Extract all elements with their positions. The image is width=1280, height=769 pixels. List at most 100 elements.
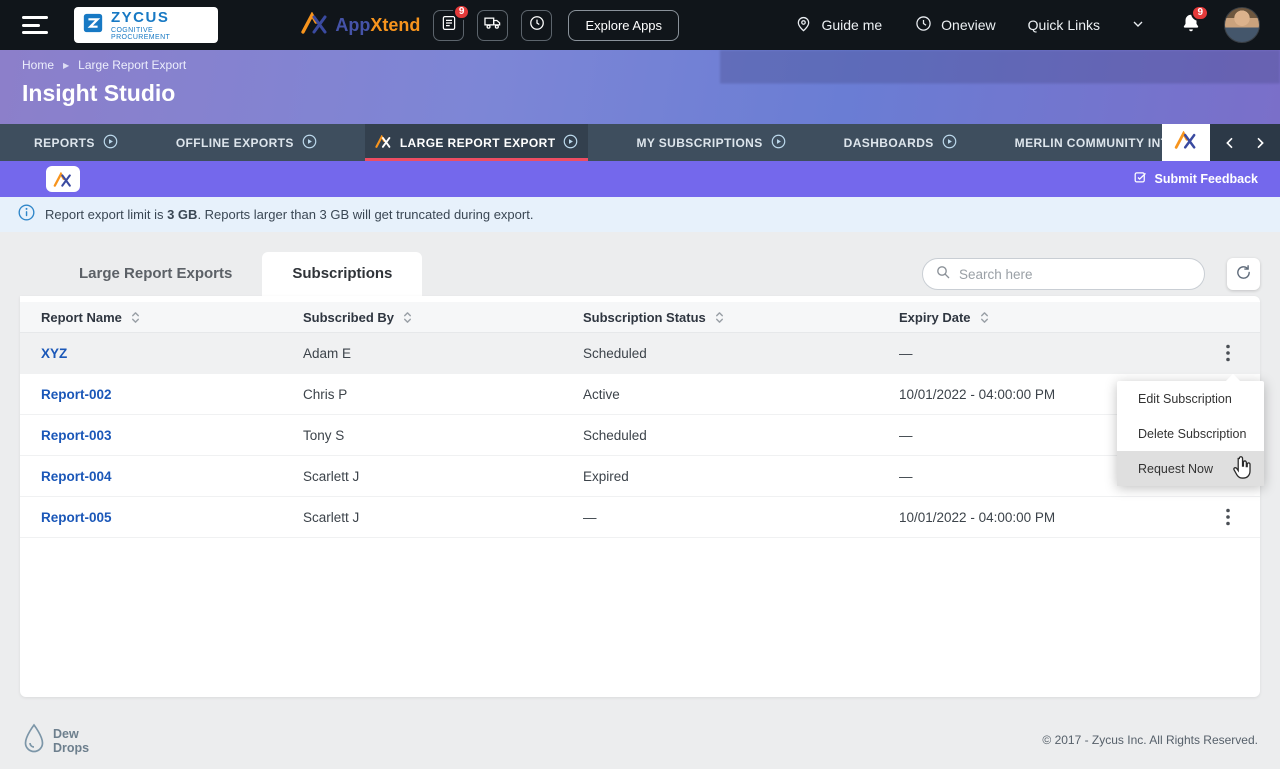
clock-icon: [528, 14, 546, 37]
nav-tab-dashboards[interactable]: DASHBOARDS: [834, 124, 967, 161]
appxtend-nav-tab[interactable]: [1162, 124, 1210, 161]
dewdrops-logo: Dew Drops: [22, 723, 89, 760]
page-header: Home ▶ Large Report Export Insight Studi…: [0, 50, 1280, 124]
nav-tab-label: DASHBOARDS: [844, 136, 934, 150]
nav-tab-my-subscriptions[interactable]: MY SUBSCRIPTIONS: [626, 124, 795, 161]
subscribed-by-cell: Chris P: [303, 387, 583, 402]
report-link[interactable]: Report-003: [41, 428, 112, 443]
menu-item-edit-subscription[interactable]: Edit Subscription: [1117, 381, 1264, 416]
search-box: [922, 258, 1205, 290]
quick-links-dropdown[interactable]: Quick Links: [1028, 16, 1146, 35]
tour-play-icon: [942, 134, 957, 152]
column-label: Subscription Status: [583, 310, 706, 325]
delivery-button[interactable]: [477, 10, 508, 41]
scroll-left-icon[interactable]: [1222, 135, 1238, 151]
info-banner: Report export limit is 3 GB. Reports lar…: [0, 197, 1280, 232]
tab-subscriptions[interactable]: Subscriptions: [262, 252, 422, 296]
scroll-right-icon[interactable]: [1252, 135, 1268, 151]
report-name-cell: Report-005: [41, 510, 303, 525]
subscribed-by-cell: Tony S: [303, 428, 583, 443]
appxtend-mark-icon: [375, 135, 392, 151]
guide-me-label: Guide me: [821, 17, 882, 33]
row-menu-button[interactable]: [1220, 504, 1236, 530]
water-drop-icon: [22, 723, 46, 760]
top-bar: ZYCUS COGNITIVE PROCUREMENT AppXtend 9 E…: [0, 0, 1280, 50]
truck-icon: [483, 13, 502, 37]
sort-icon[interactable]: [714, 310, 725, 325]
nav-tab-label: LARGE REPORT EXPORT: [400, 136, 556, 150]
actions-cell: [1200, 340, 1260, 366]
column-label: Report Name: [41, 310, 122, 325]
report-link[interactable]: XYZ: [41, 346, 67, 361]
column-header-report-name: Report Name: [41, 310, 303, 325]
tour-play-icon: [103, 134, 118, 152]
nav-tab-label: MERLIN COMMUNITY INTELLIGE: [1015, 136, 1162, 150]
news-feed-button[interactable]: 9: [433, 10, 464, 41]
nav-tab-offline-exports[interactable]: OFFLINE EXPORTS: [166, 124, 327, 161]
table-row[interactable]: Report-005 Scarlett J—10/01/2022 - 04:00:…: [20, 497, 1260, 538]
table-row[interactable]: XYZAdam EScheduled—: [20, 333, 1260, 374]
zycus-tagline: COGNITIVE PROCUREMENT: [111, 27, 210, 41]
oneview-button[interactable]: Oneview: [914, 14, 995, 36]
menu-item-request-now[interactable]: Request Now: [1117, 451, 1264, 486]
appxtend-chip-button[interactable]: [46, 166, 80, 192]
tour-play-icon: [302, 134, 317, 152]
menu-item-delete-subscription[interactable]: Delete Subscription: [1117, 416, 1264, 451]
zycus-logo[interactable]: ZYCUS COGNITIVE PROCUREMENT: [74, 7, 218, 43]
page-title: Insight Studio: [22, 80, 175, 107]
breadcrumb-home[interactable]: Home: [22, 58, 54, 72]
user-avatar[interactable]: [1224, 7, 1260, 43]
submit-feedback-button[interactable]: Submit Feedback: [1133, 161, 1259, 197]
quick-links-label: Quick Links: [1028, 17, 1100, 33]
nav-tab-label: REPORTS: [34, 136, 95, 150]
map-pin-icon: [794, 14, 813, 36]
history-button[interactable]: [521, 10, 552, 41]
appxtend-toolbar: Submit Feedback: [0, 161, 1280, 197]
oneview-label: Oneview: [941, 17, 995, 33]
zycus-name: ZYCUS: [111, 10, 210, 25]
nav-tab-label: OFFLINE EXPORTS: [176, 136, 294, 150]
search-input[interactable]: [959, 267, 1194, 282]
status-cell: Scheduled: [583, 346, 899, 361]
sort-icon[interactable]: [979, 310, 990, 325]
report-name-cell: Report-004: [41, 469, 303, 484]
explore-apps-button[interactable]: Explore Apps: [568, 10, 679, 41]
copyright-text: © 2017 - Zycus Inc. All Rights Reserved.: [1042, 733, 1258, 747]
subscribed-by-cell: Scarlett J: [303, 510, 583, 525]
module-nav-bar: REPORTS OFFLINE EXPORTS LARGE REPORT EXPOR…: [0, 124, 1280, 161]
tour-play-icon: [563, 134, 578, 152]
notifications-button[interactable]: 9: [1180, 12, 1202, 39]
breadcrumb: Home ▶ Large Report Export: [22, 58, 186, 72]
status-cell: Expired: [583, 469, 899, 484]
nav-tab-reports[interactable]: REPORTS: [24, 124, 128, 161]
table-row[interactable]: Report-002Chris PActive10/01/2022 - 04:0…: [20, 374, 1260, 415]
nav-tab-large-report-export[interactable]: LARGE REPORT EXPORT: [365, 124, 589, 161]
tab-large-report-exports[interactable]: Large Report Exports: [49, 252, 262, 296]
appxtend-text-suffix: Xtend: [370, 15, 420, 35]
row-menu-button[interactable]: [1220, 340, 1236, 366]
report-link[interactable]: Report-004: [41, 469, 112, 484]
subscribed-by-cell: Adam E: [303, 346, 583, 361]
column-header-subscription-status: Subscription Status: [583, 310, 899, 325]
drops-label: Drops: [53, 742, 89, 756]
refresh-button[interactable]: [1227, 258, 1260, 290]
sort-icon[interactable]: [402, 310, 413, 325]
report-link[interactable]: Report-002: [41, 387, 112, 402]
zycus-mark-icon: [82, 12, 104, 39]
report-link[interactable]: Report-005: [41, 510, 112, 525]
actions-cell: [1200, 504, 1260, 530]
column-label: Subscribed By: [303, 310, 394, 325]
sort-icon[interactable]: [130, 310, 141, 325]
news-badge: 9: [453, 4, 471, 20]
status-cell: —: [583, 510, 899, 525]
hamburger-menu-icon[interactable]: [22, 16, 48, 34]
breadcrumb-current: Large Report Export: [78, 58, 186, 72]
appxtend-text-prefix: App: [335, 15, 370, 35]
nav-tab-merlin-community-intellige[interactable]: MERLIN COMMUNITY INTELLIGE: [1005, 124, 1162, 161]
table-row[interactable]: Report-003Tony SScheduled—: [20, 415, 1260, 456]
status-cell: Scheduled: [583, 428, 899, 443]
expiry-cell: 10/01/2022 - 04:00:00 PM: [899, 510, 1200, 525]
table-row[interactable]: Report-004Scarlett JExpired—: [20, 456, 1260, 497]
guide-me-button[interactable]: Guide me: [794, 14, 882, 36]
nav-tab-label: MY SUBSCRIPTIONS: [636, 136, 762, 150]
